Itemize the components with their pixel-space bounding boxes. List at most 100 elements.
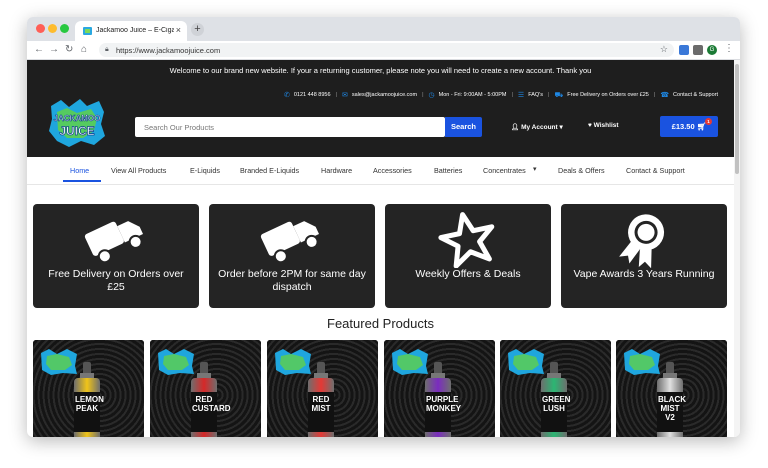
browser-toolbar: ← → ↻ ⌂ 🔒︎ https://www.jackamoojuice.com… [27, 41, 740, 60]
divider: | [548, 92, 550, 98]
heart-icon: ♥ [588, 122, 592, 129]
bottle-image: RED CUSTARD [191, 362, 231, 437]
bottle-label-text: GREEN LUSH [542, 395, 571, 413]
bottle-label-text: PURPLE MONKEY [426, 395, 462, 413]
truck-icon [260, 221, 320, 264]
bottle-label-text: RED MIST [311, 395, 331, 413]
cart-count-badge: 1 [705, 118, 712, 125]
product-card[interactable]: PURPLE MONKEY [384, 340, 495, 437]
feature-text: Weekly Offers & Deals [415, 268, 521, 280]
bottle-image: PURPLE MONKEY [425, 362, 462, 437]
tab-title: Jackamoo Juice – E-Cigarette [96, 27, 174, 34]
divider: | [335, 92, 337, 98]
address-bar[interactable]: 🔒︎ https://www.jackamoojuice.com ☆ [99, 43, 674, 57]
my-account-dropdown[interactable]: 👤︎ My Account ▾ [511, 123, 563, 131]
product-logo [41, 349, 77, 375]
tab-close-icon[interactable]: × [176, 25, 181, 35]
product-card[interactable]: BLACK MIST V2 [616, 340, 727, 437]
feature-weekly-offers[interactable]: Weekly Offers & Deals [385, 204, 551, 308]
search-input[interactable]: Search Our Products [135, 117, 445, 137]
opening-hours: Mon - Fri: 9:00AM - 5:00PM [438, 92, 507, 98]
minimize-window-button[interactable] [48, 24, 57, 33]
nav-deals-offers[interactable]: Deals & Offers [558, 166, 605, 175]
product-card[interactable]: GREEN LUSH [500, 340, 611, 437]
wishlist-link[interactable]: ♥ Wishlist [588, 122, 619, 129]
delivery-info[interactable]: Free Delivery on Orders over £25 [567, 92, 649, 98]
my-account-label: My Account [521, 124, 558, 131]
nav-contact-support[interactable]: Contact & Support [626, 166, 685, 175]
feature-free-delivery[interactable]: Free Delivery on Orders over £25 [33, 204, 199, 308]
nav-concentrates[interactable]: Concentrates [483, 166, 526, 175]
announcement-bar: Welcome to our brand new website. If you… [27, 60, 734, 81]
contact-support-link[interactable]: Contact & Support [673, 92, 718, 98]
bottle-image: GREEN LUSH [541, 362, 571, 437]
bookmark-star-icon[interactable]: ☆ [660, 44, 668, 55]
star-icon [438, 212, 495, 268]
divider: | [653, 92, 656, 98]
logo-text-bottom: JUICE [59, 124, 94, 138]
faqs-link[interactable]: FAQ's [528, 92, 543, 98]
tab-strip: Jackamoo Juice – E-Cigarette × + [27, 17, 740, 41]
feature-text: Vape Awards 3 Years Running [573, 268, 715, 280]
product-card[interactable]: RED MIST [267, 340, 378, 437]
new-tab-button[interactable]: + [191, 23, 204, 36]
menu-icon[interactable]: ⋮ [724, 43, 734, 54]
close-window-button[interactable] [36, 24, 45, 33]
search-button[interactable]: Search [445, 117, 482, 137]
nav-view-all-products[interactable]: View All Products [111, 166, 166, 175]
phone-number[interactable]: 0121 448 8956 [294, 92, 331, 98]
site-header: ✆ 0121 448 8956 | ✉ sales@jackamoojuice.… [27, 81, 734, 157]
extension-icon[interactable] [679, 45, 689, 55]
bottle-label-text: LEMON PEAK [75, 395, 104, 413]
support-icon: ☎ [660, 92, 670, 99]
puzzle-icon[interactable] [693, 45, 703, 55]
favicon-icon [83, 27, 92, 35]
bottle-label-text: BLACK MIST V2 [658, 395, 686, 422]
forward-icon[interactable]: → [49, 44, 59, 56]
scrollbar-thumb[interactable] [735, 64, 739, 174]
truck-icon [84, 221, 144, 264]
product-logo [275, 349, 311, 375]
page-content: Welcome to our brand new website. If you… [27, 60, 740, 437]
list-icon: ☰ [517, 92, 525, 99]
maximize-window-button[interactable] [60, 24, 69, 33]
nav-hardware[interactable]: Hardware [321, 166, 352, 175]
cart-button[interactable]: £13.50 🛒︎ 1 [660, 116, 718, 137]
truck-icon: ⛟ [554, 91, 564, 99]
url-text: https://www.jackamoojuice.com [116, 46, 221, 55]
feature-vape-awards[interactable]: Vape Awards 3 Years Running [561, 204, 727, 308]
profile-avatar[interactable]: G [707, 45, 717, 55]
product-logo [508, 349, 544, 375]
phone-icon: ✆ [283, 92, 290, 99]
concentrates-chevron-icon: ▾ [533, 166, 537, 173]
nav-batteries[interactable]: Batteries [434, 166, 462, 175]
wishlist-label: Wishlist [593, 122, 619, 129]
page-scrollbar[interactable] [734, 60, 740, 437]
email-link[interactable]: sales@jackamoojuice.com [352, 92, 417, 98]
bottle-image: RED MIST [308, 362, 334, 437]
jackamoo-juice-logo[interactable]: JACKAMOO JUICE [47, 98, 107, 148]
nav-branded-e-liquids[interactable]: Branded E-Liquids [240, 166, 299, 175]
nav-accessories[interactable]: Accessories [373, 166, 412, 175]
nav-home[interactable]: Home [70, 166, 89, 175]
chevron-down-icon: ▾ [559, 124, 563, 131]
clock-icon: ◷ [428, 92, 435, 99]
divider: | [511, 92, 513, 98]
award-icon [619, 214, 665, 268]
product-logo [624, 349, 660, 375]
product-card[interactable]: LEMON PEAK [33, 340, 144, 437]
browser-tab[interactable]: Jackamoo Juice – E-Cigarette × [75, 21, 187, 41]
home-icon[interactable]: ⌂ [81, 44, 87, 56]
feature-text: Order before 2PM for same day dispatch [218, 268, 366, 293]
browser-window: Jackamoo Juice – E-Cigarette × + ← → ↻ ⌂… [27, 17, 740, 437]
cart-total: £13.50 [671, 122, 695, 131]
product-logo [158, 349, 194, 375]
nav-e-liquids[interactable]: E-Liquids [190, 166, 220, 175]
reload-icon[interactable]: ↻ [65, 44, 73, 56]
feature-text: Free Delivery on Orders over £25 [48, 268, 184, 293]
product-card[interactable]: RED CUSTARD [150, 340, 261, 437]
contact-row: ✆ 0121 448 8956 | ✉ sales@jackamoojuice.… [284, 89, 718, 101]
feature-same-day-dispatch[interactable]: Order before 2PM for same day dispatch [209, 204, 375, 308]
lock-icon: 🔒︎ [105, 46, 109, 53]
back-icon[interactable]: ← [34, 44, 44, 56]
